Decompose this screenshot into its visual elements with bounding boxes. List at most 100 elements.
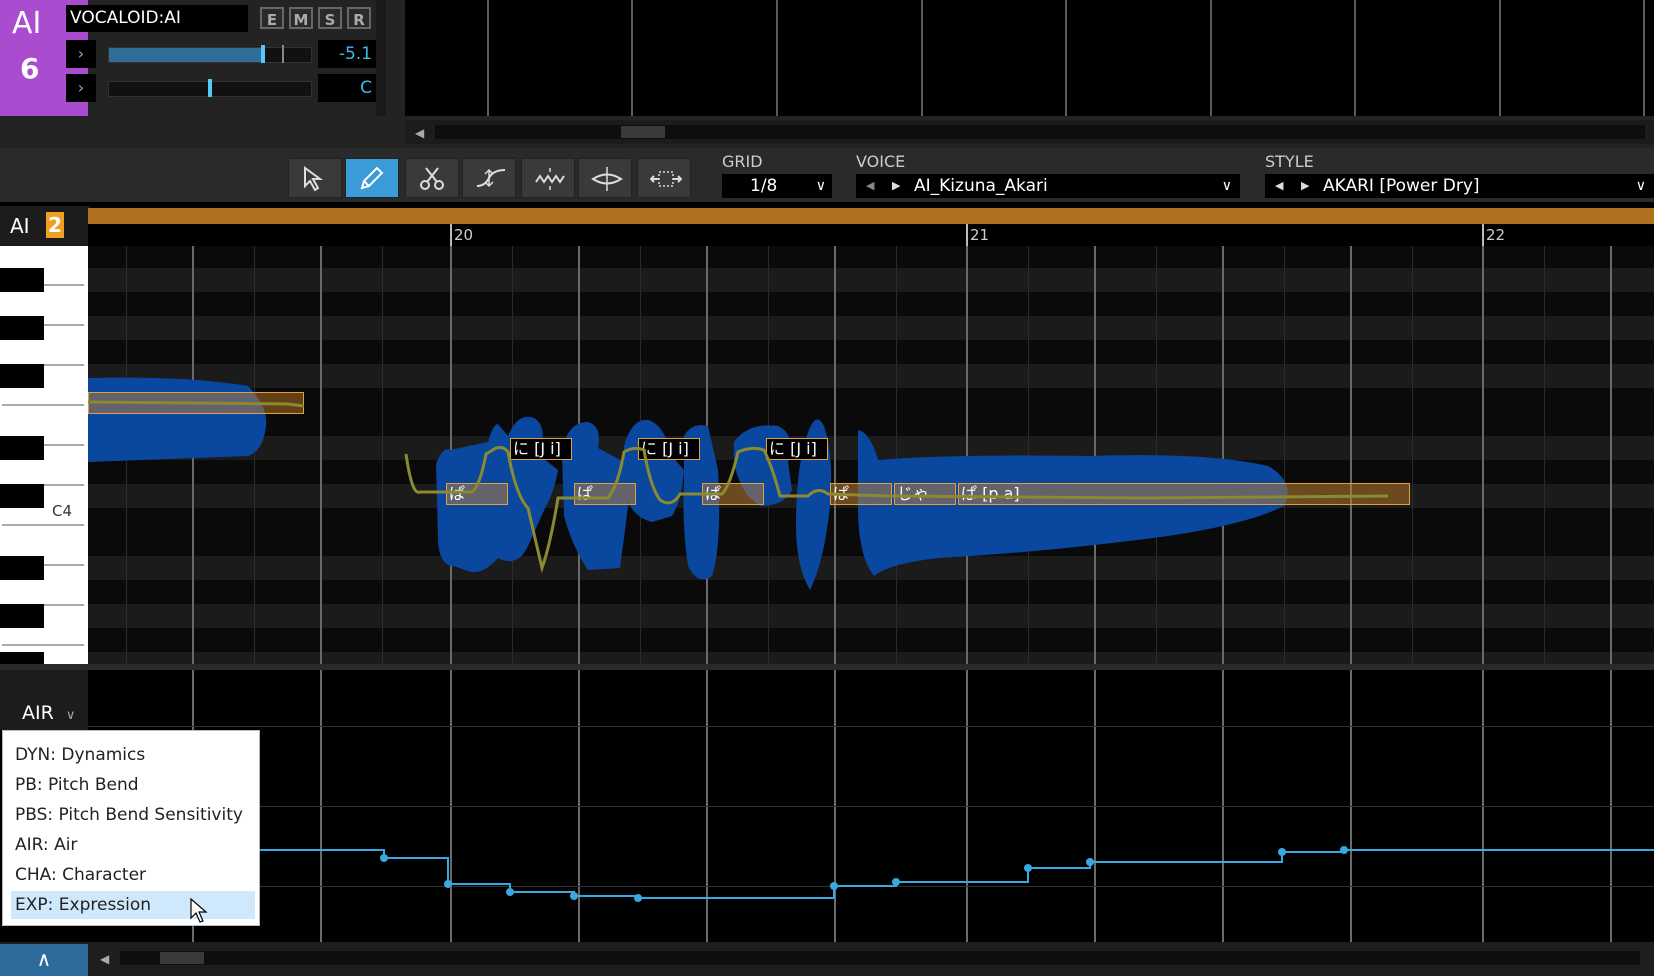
pitch-curve-icon bbox=[476, 168, 506, 188]
bottom-scrollbar[interactable]: ◀ bbox=[0, 942, 1654, 976]
menu-item-cha[interactable]: CHA: Character bbox=[11, 861, 255, 889]
select-tool-button[interactable] bbox=[288, 158, 342, 198]
param-current: AIR bbox=[22, 702, 54, 724]
volume-value[interactable]: -5.1 bbox=[318, 40, 378, 68]
menu-item-exp[interactable]: EXP: Expression bbox=[11, 891, 255, 919]
scroll-track[interactable] bbox=[435, 125, 1645, 139]
scroll-thumb[interactable] bbox=[160, 952, 204, 964]
black-key[interactable] bbox=[0, 268, 44, 292]
voice-label: VOICE bbox=[856, 152, 906, 171]
param-curve bbox=[188, 846, 1654, 902]
volume-slider[interactable] bbox=[108, 45, 312, 63]
bar-line bbox=[1499, 0, 1501, 116]
chevron-down-icon: ∨ bbox=[1221, 178, 1232, 194]
param-point bbox=[380, 854, 388, 862]
track-badge-number: 6 bbox=[20, 52, 40, 85]
vibrato-tool-button[interactable] bbox=[521, 158, 575, 198]
voice-prev-icon[interactable]: ◀ bbox=[866, 174, 874, 198]
voice-select[interactable]: ◀ ▶ AI_Kizuna_Akari ∨ bbox=[856, 174, 1240, 198]
pitch-tool-button[interactable] bbox=[462, 158, 516, 198]
menu-item-dyn[interactable]: DYN: Dynamics bbox=[11, 741, 255, 769]
ruler-number: 21 bbox=[970, 226, 990, 244]
grid-select[interactable]: 1/8 ∨ bbox=[722, 174, 832, 198]
pitch-curve-line bbox=[88, 400, 1389, 574]
style-select[interactable]: ◀ ▶ AKARI [Power Dry] ∨ bbox=[1265, 174, 1654, 198]
scissors-tool-button[interactable] bbox=[405, 158, 459, 198]
menu-item-pb[interactable]: PB: Pitch Bend bbox=[11, 771, 255, 799]
parameter-lane[interactable] bbox=[88, 670, 1654, 942]
key-label-c4: C4 bbox=[52, 502, 73, 520]
voice-next-icon[interactable]: ▶ bbox=[892, 174, 900, 198]
volume-thumb[interactable] bbox=[261, 45, 265, 63]
black-key[interactable] bbox=[0, 436, 44, 460]
pan-slider[interactable] bbox=[108, 79, 312, 97]
dynamics-tool-button[interactable] bbox=[578, 158, 632, 198]
black-key[interactable] bbox=[0, 484, 44, 508]
track-panel-divider[interactable] bbox=[376, 0, 386, 116]
param-point bbox=[570, 892, 578, 900]
track-edit-button[interactable]: E bbox=[260, 7, 284, 29]
ruler-tick bbox=[1482, 224, 1484, 246]
arranger-scrollbar[interactable]: ◀ bbox=[405, 120, 1654, 144]
pan-expand-icon[interactable]: › bbox=[66, 74, 96, 102]
ruler-number: 20 bbox=[454, 226, 474, 244]
param-point bbox=[444, 880, 452, 888]
measure-ruler[interactable]: 20 21 22 bbox=[88, 224, 1654, 246]
pitch-curve bbox=[88, 400, 1389, 574]
menu-item-pbs[interactable]: PBS: Pitch Bend Sensitivity bbox=[11, 801, 255, 829]
mouse-cursor-icon bbox=[190, 898, 208, 923]
chevron-up-icon: ∧ bbox=[36, 947, 52, 971]
piano-roll-grid[interactable]: ぱ に [J i] ぱ に [J i] ぱ に [J i] ぱ じゃ ぱ [p … bbox=[88, 246, 1654, 664]
ruler-tick bbox=[966, 224, 968, 246]
style-prev-icon[interactable]: ◀ bbox=[1275, 174, 1283, 198]
editor-track-ai: AI bbox=[10, 214, 30, 238]
pan-thumb[interactable] bbox=[208, 79, 212, 97]
param-point bbox=[1278, 848, 1286, 856]
scroll-thumb[interactable] bbox=[621, 126, 665, 138]
track-name[interactable]: VOCALOID:AI bbox=[66, 5, 248, 32]
bar-line bbox=[1065, 0, 1067, 116]
bar-line bbox=[1354, 0, 1356, 116]
expand-panel-button[interactable]: ∧ bbox=[0, 944, 88, 976]
scroll-left-icon[interactable]: ◀ bbox=[100, 952, 109, 966]
track-record-button[interactable]: R bbox=[347, 7, 371, 29]
track-mute-button[interactable]: M bbox=[289, 7, 313, 29]
ruler-tick bbox=[450, 224, 452, 246]
bar-line bbox=[1643, 0, 1645, 116]
chevron-down-icon: ∨ bbox=[815, 178, 826, 194]
arrow-pointer-icon bbox=[304, 166, 324, 192]
param-point bbox=[1340, 846, 1348, 854]
scroll-track[interactable] bbox=[120, 951, 1640, 965]
editor-track-header[interactable]: AI 2 bbox=[0, 206, 90, 246]
black-key[interactable] bbox=[0, 556, 44, 580]
piano-keyboard[interactable]: C4 bbox=[0, 246, 88, 664]
bar-line bbox=[921, 0, 923, 116]
style-next-icon[interactable]: ▶ bbox=[1301, 174, 1309, 198]
volume-expand-icon[interactable]: › bbox=[66, 40, 96, 68]
bar-line bbox=[631, 0, 633, 116]
grid-label: GRID bbox=[722, 152, 763, 171]
vibrato-wave-icon bbox=[535, 168, 565, 190]
grid-value: 1/8 bbox=[750, 176, 778, 196]
pencil-icon bbox=[360, 166, 384, 190]
style-value: AKARI [Power Dry] bbox=[1323, 176, 1480, 196]
param-point bbox=[1086, 858, 1094, 866]
voice-value: AI_Kizuna_Akari bbox=[914, 176, 1048, 196]
pencil-tool-button[interactable] bbox=[345, 158, 399, 198]
bar-line bbox=[776, 0, 778, 116]
param-point bbox=[634, 894, 642, 902]
black-key[interactable] bbox=[0, 652, 44, 664]
scroll-left-icon[interactable]: ◀ bbox=[415, 126, 424, 140]
param-selector[interactable]: AIR ∨ bbox=[22, 702, 75, 724]
ruler-number: 22 bbox=[1486, 226, 1506, 244]
part-timeline-bar[interactable] bbox=[88, 208, 1654, 224]
black-key[interactable] bbox=[0, 364, 44, 388]
menu-item-air[interactable]: AIR: Air bbox=[11, 831, 255, 859]
arranger-view[interactable] bbox=[405, 0, 1654, 116]
pan-value[interactable]: C bbox=[318, 74, 378, 102]
black-key[interactable] bbox=[0, 316, 44, 340]
track-badge-ai: AI bbox=[12, 6, 42, 41]
stretch-tool-button[interactable] bbox=[637, 158, 691, 198]
track-solo-button[interactable]: S bbox=[318, 7, 342, 29]
black-key[interactable] bbox=[0, 604, 44, 628]
